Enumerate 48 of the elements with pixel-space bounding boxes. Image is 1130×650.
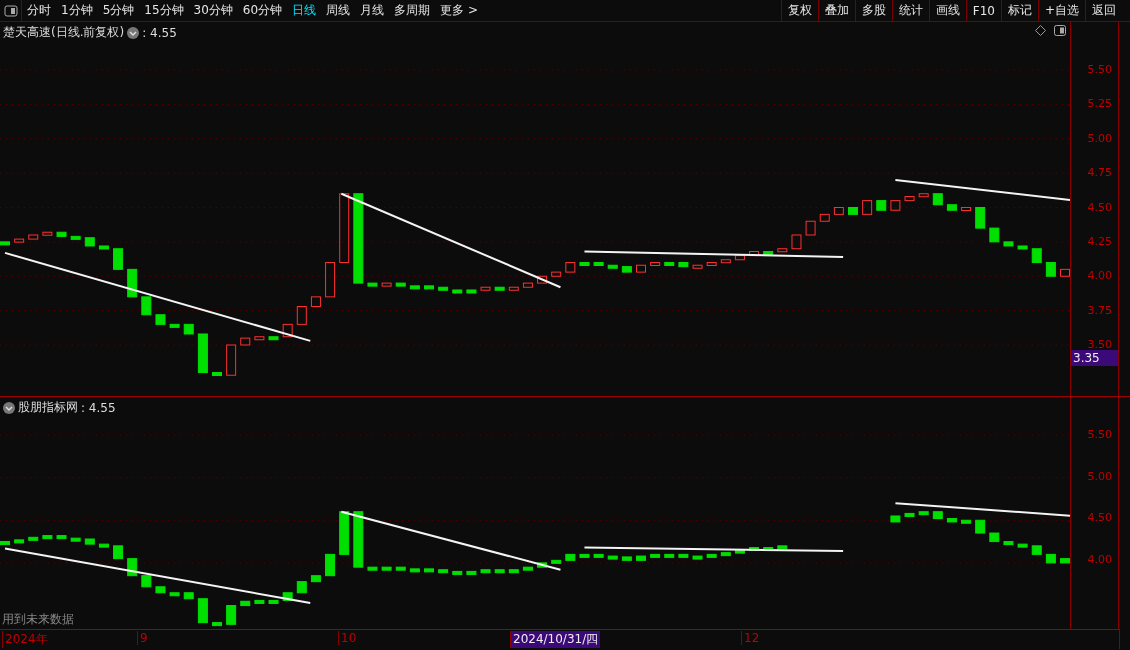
toolbar-button[interactable]: 叠加 <box>817 0 855 21</box>
period-tab[interactable]: 1分钟 <box>56 0 98 21</box>
period-tab[interactable]: 月线 <box>355 0 390 21</box>
toolbar-button[interactable]: 标记 <box>1000 0 1038 21</box>
toolbar-button[interactable]: 多股 <box>854 0 892 21</box>
axis-tick-label: 4.00 <box>1087 269 1112 284</box>
axis-tick-label: 3.50 <box>1087 338 1112 352</box>
toolbar-button[interactable]: F10 <box>965 0 1001 21</box>
toolbar-button[interactable]: 画线 <box>928 0 966 21</box>
date-label: 10 <box>338 631 359 645</box>
axis-tick-label: 5.50 <box>1087 63 1112 77</box>
dropdown-icon[interactable] <box>3 401 15 414</box>
axis-tick-label: 4.50 <box>1087 200 1112 215</box>
warning-note: 用到未来数据 <box>2 611 74 628</box>
period-tab[interactable]: 更多 > <box>435 0 483 21</box>
axis-tick-label: 5.00 <box>1087 469 1112 484</box>
toolbar-button[interactable]: +自选 <box>1037 0 1085 21</box>
toolbar-button[interactable]: 返回 <box>1085 0 1122 21</box>
period-tab[interactable]: 15分钟 <box>139 0 189 21</box>
toolbar-button[interactable]: 复权 <box>780 0 818 21</box>
period-tab[interactable]: 5分钟 <box>97 0 140 21</box>
period-tab[interactable]: 多周期 <box>389 0 436 21</box>
indicator-value: : 4.55 <box>81 400 116 415</box>
axis-tick-label: 3.75 <box>1087 303 1112 318</box>
indicator-title: 股朋指标网 <box>18 399 78 416</box>
toolbar-button[interactable]: 统计 <box>891 0 929 21</box>
date-label: 2024/10/31/四 <box>510 631 601 648</box>
stock-title: 楚天高速(日线.前复权) <box>3 24 125 41</box>
axis-tick-label: 5.50 <box>1087 428 1112 442</box>
axis-tick-label: 4.50 <box>1087 511 1112 526</box>
date-label: 2024年 <box>2 631 50 648</box>
dropdown-icon[interactable] <box>127 26 140 39</box>
period-tab[interactable]: 60分钟 <box>237 0 288 21</box>
period-tab[interactable]: 周线 <box>321 0 356 21</box>
axis-tick-label: 4.00 <box>1087 552 1112 567</box>
axis-tick-label: 4.75 <box>1087 166 1112 181</box>
axis-tick-label: 4.25 <box>1087 234 1112 249</box>
axis-tick-label: 5.25 <box>1087 97 1112 112</box>
date-label: 12 <box>741 631 762 645</box>
price-tag: 3.35 <box>1071 350 1118 366</box>
date-label: 9 <box>137 631 150 645</box>
panel-toggle-icon[interactable] <box>1054 25 1066 36</box>
period-tab[interactable]: 分时 <box>22 0 56 21</box>
axis-tick-label: 5.00 <box>1087 131 1112 146</box>
period-tab[interactable]: 30分钟 <box>188 0 238 21</box>
price-value: : 4.55 <box>142 25 177 40</box>
diamond-icon[interactable] <box>1035 25 1046 36</box>
period-tab[interactable]: 日线 <box>287 0 322 21</box>
